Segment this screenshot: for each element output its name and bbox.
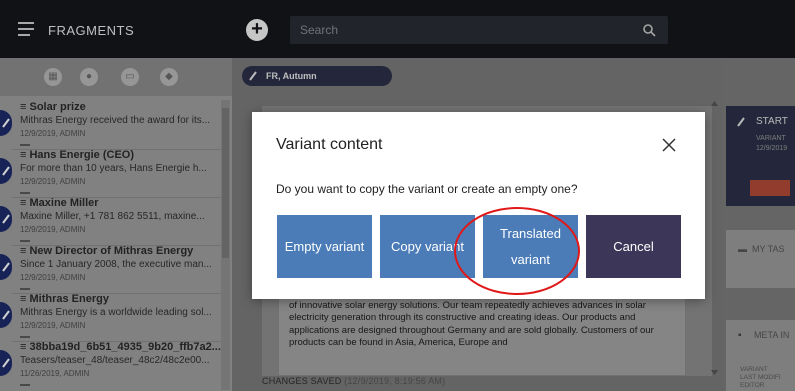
- highlight-annotation: [454, 207, 580, 295]
- cancel-button[interactable]: Cancel: [586, 215, 681, 278]
- close-icon[interactable]: [660, 136, 678, 154]
- dialog-title: Variant content: [276, 136, 383, 153]
- empty-variant-button[interactable]: Empty variant: [277, 215, 372, 278]
- dialog-question: Do you want to copy the variant or creat…: [276, 182, 578, 196]
